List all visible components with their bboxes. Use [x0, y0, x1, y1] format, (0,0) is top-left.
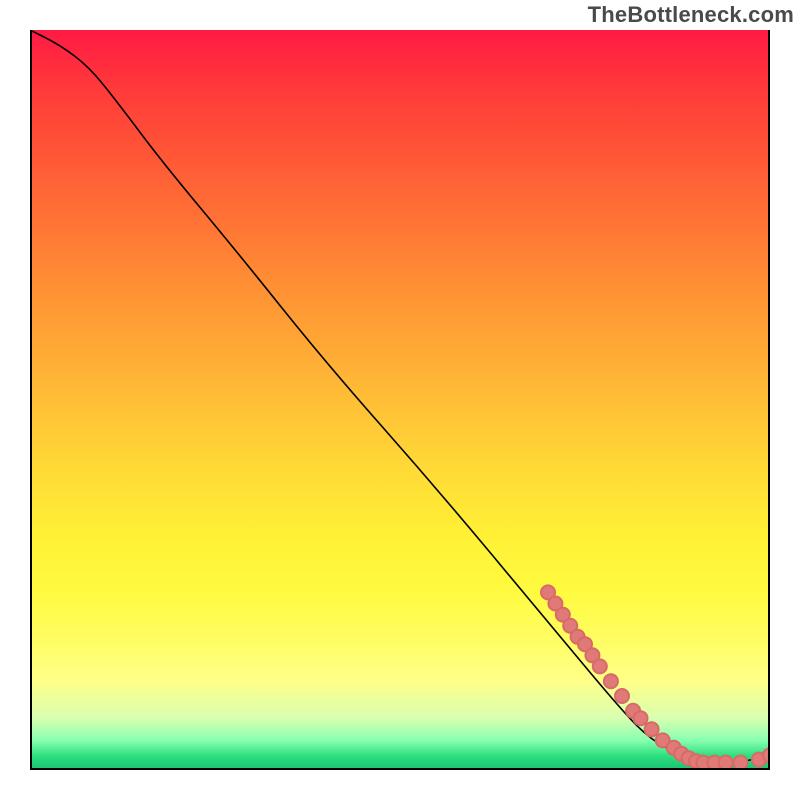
watermark-text: TheBottleneck.com	[588, 2, 794, 28]
chart-stage: TheBottleneck.com	[0, 0, 800, 800]
chart-background-gradient	[30, 30, 770, 770]
